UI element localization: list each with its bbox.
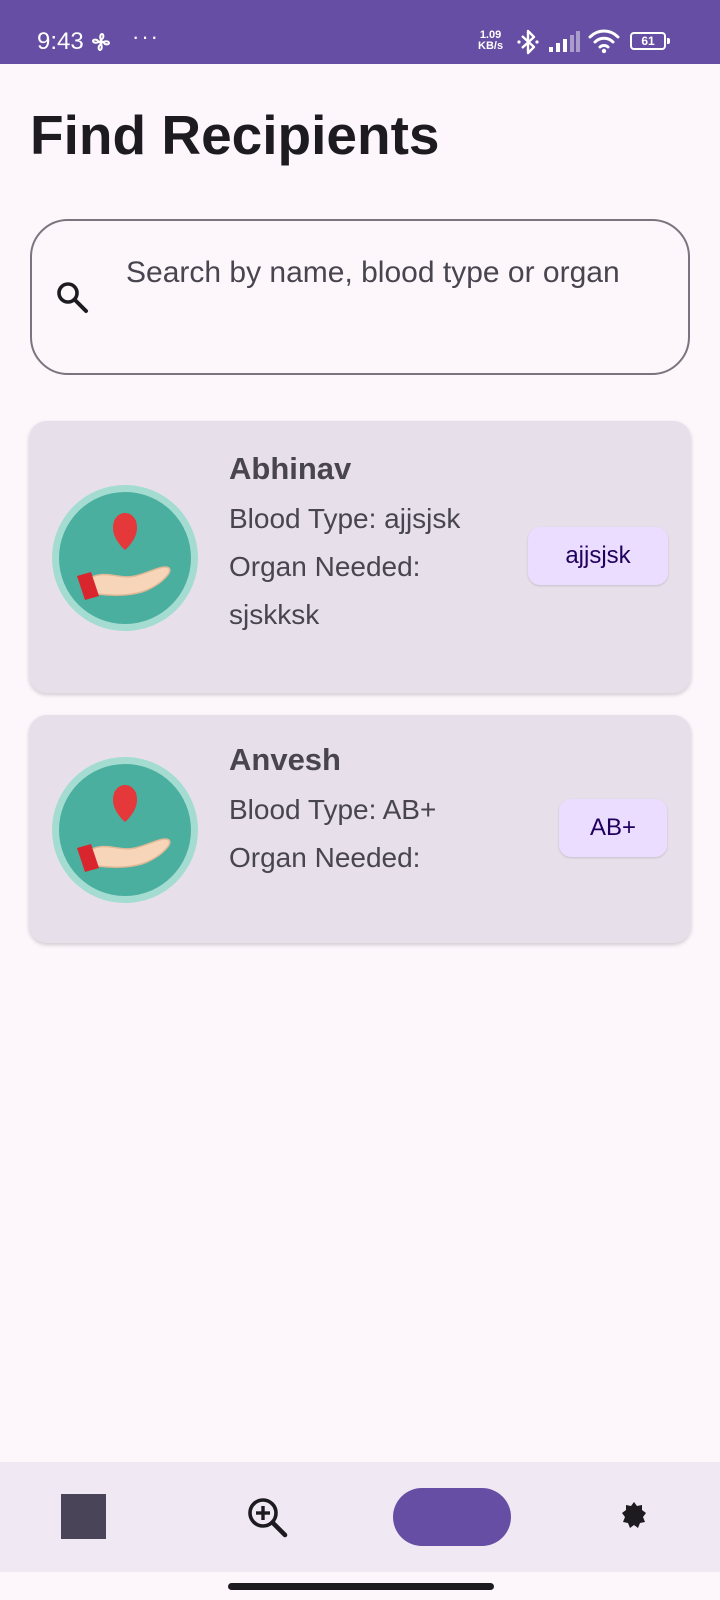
recipient-card[interactable]: Abhinav Blood Type: ajjsjsk Organ Needed… bbox=[29, 421, 691, 693]
bluetooth-icon bbox=[517, 29, 539, 55]
zoom-in-icon[interactable] bbox=[246, 1496, 288, 1538]
recipient-organ-needed: Organ Needed: bbox=[229, 842, 421, 873]
status-time: 9:43 bbox=[37, 28, 84, 55]
home-indicator[interactable] bbox=[228, 1583, 494, 1590]
battery-indicator: 61 bbox=[630, 32, 670, 50]
network-speed-unit: KB/s bbox=[478, 40, 504, 52]
recipient-card[interactable]: Anvesh Blood Type: AB+ Organ Needed: AB+ bbox=[29, 715, 691, 943]
network-speed: 1.09 KB/s bbox=[478, 30, 503, 52]
page-title: Find Recipients bbox=[30, 104, 440, 166]
recipient-blood-type: Blood Type: AB+ bbox=[229, 794, 437, 825]
recipient-name: Anvesh bbox=[229, 742, 341, 777]
nav-active-indicator[interactable] bbox=[393, 1488, 511, 1546]
status-more-dots: ··· bbox=[132, 24, 160, 49]
nav-square-icon[interactable] bbox=[61, 1494, 106, 1539]
blood-type-chip[interactable]: ajjsjsk bbox=[528, 527, 668, 585]
hand-heart-icon bbox=[52, 757, 198, 903]
search-placeholder: Search by name, blood type or organ bbox=[126, 256, 620, 289]
recipient-organ-needed: Organ Needed: sjskksk bbox=[229, 551, 421, 630]
fan-icon bbox=[92, 33, 110, 51]
gear-icon[interactable] bbox=[620, 1500, 648, 1530]
signal-icon bbox=[549, 31, 580, 52]
recipient-blood-type: Blood Type: ajjsjsk bbox=[229, 503, 461, 534]
bottom-navigation bbox=[0, 1462, 720, 1572]
status-bar: 9:43 ··· 1.09 KB/s 61 bbox=[0, 0, 720, 64]
wifi-icon bbox=[588, 29, 620, 54]
search-icon[interactable] bbox=[55, 280, 89, 314]
recipient-name: Abhinav bbox=[229, 451, 352, 486]
blood-type-chip[interactable]: AB+ bbox=[559, 799, 667, 857]
hand-heart-icon bbox=[52, 485, 198, 631]
